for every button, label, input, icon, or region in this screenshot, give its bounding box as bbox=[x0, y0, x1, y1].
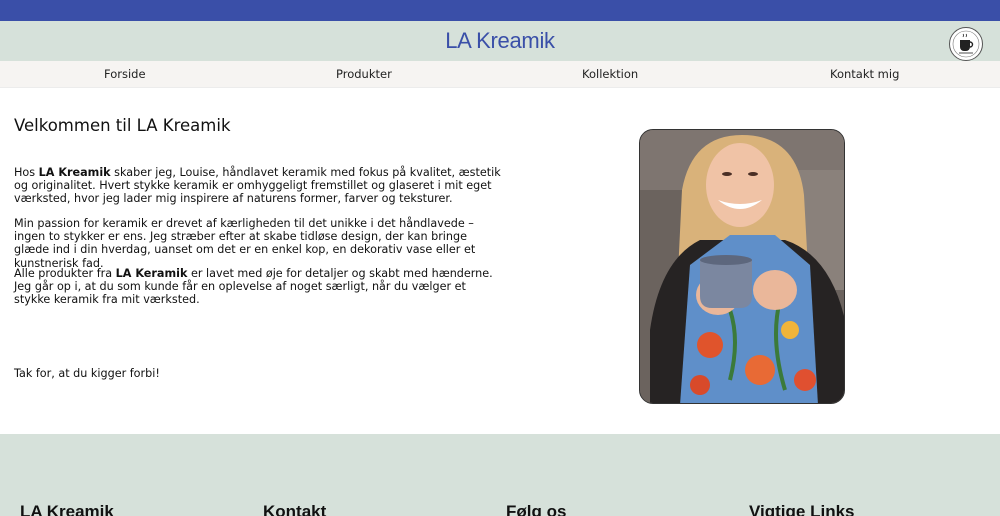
nav-item-kollektion[interactable]: Kollektion bbox=[582, 67, 638, 81]
brand-name-bold: LA Kreamik bbox=[38, 166, 111, 179]
teacup-logo-icon[interactable] bbox=[949, 27, 983, 61]
nav-item-kontakt-mig[interactable]: Kontakt mig bbox=[830, 67, 899, 81]
intro-paragraph: Hos LA Kreamik skaber jeg, Louise, håndl… bbox=[14, 166, 504, 206]
brand-name-bold: LA Keramik bbox=[115, 267, 188, 280]
thanks-text: Tak for, at du kigger forbi! bbox=[14, 367, 160, 380]
intro-text-start: Hos bbox=[14, 166, 39, 179]
footer-heading-folg-os: Følg os bbox=[506, 502, 567, 516]
products-text-start: Alle produkter fra bbox=[14, 267, 116, 280]
main-nav: Forside Produkter Kollektion Kontakt mig bbox=[0, 61, 1000, 88]
footer-heading-kontakt: Kontakt bbox=[263, 502, 327, 516]
footer-heading-la-kreamik: LA Kreamik bbox=[20, 502, 114, 516]
footer-heading-vigtige-links: Vigtige Links bbox=[749, 502, 855, 516]
site-title[interactable]: LA Kreamik bbox=[445, 28, 555, 54]
site-footer: LA Kreamik Kontakt Følg os Vigtige Links bbox=[0, 434, 1000, 516]
portrait-photo bbox=[639, 129, 845, 404]
page-title: Velkommen til LA Kreamik bbox=[14, 116, 231, 135]
top-accent-bar bbox=[0, 0, 1000, 21]
nav-item-forside[interactable]: Forside bbox=[104, 67, 146, 81]
main-content: Velkommen til LA Kreamik Hos LA Kreamik … bbox=[0, 88, 1000, 434]
products-paragraph: Alle produkter fra LA Keramik er lavet m… bbox=[14, 267, 504, 307]
nav-item-produkter[interactable]: Produkter bbox=[336, 67, 392, 81]
site-header: LA Kreamik bbox=[0, 21, 1000, 61]
passion-paragraph: Min passion for keramik er drevet af kær… bbox=[14, 217, 476, 270]
